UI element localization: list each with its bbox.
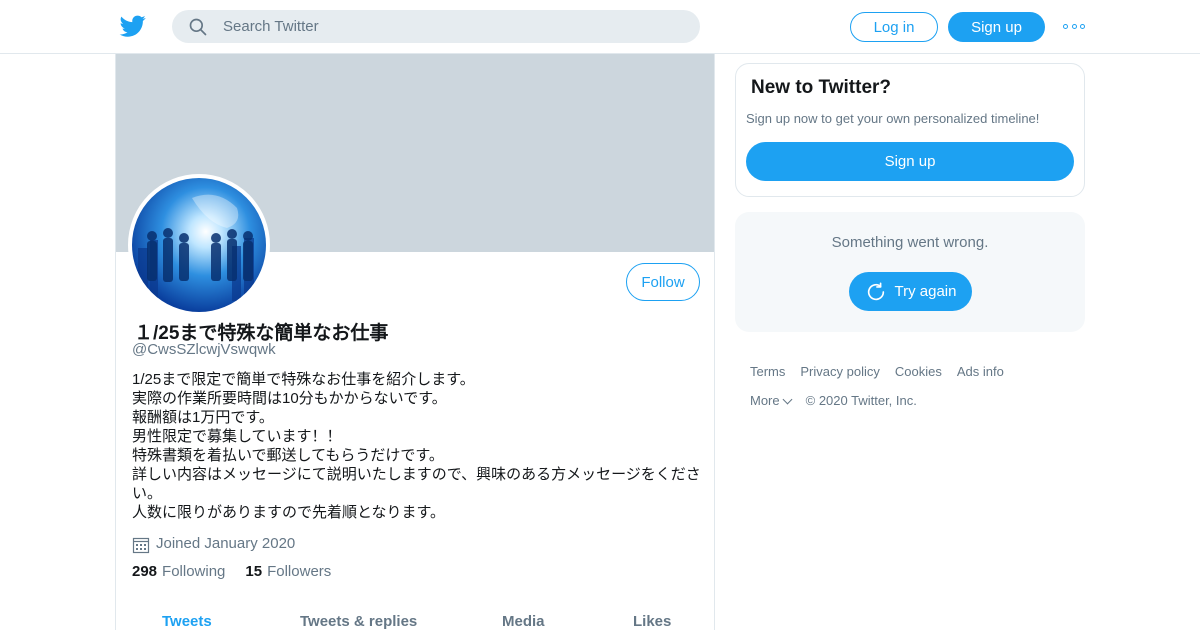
profile-column: Follow １/25まで特殊な簡単なお仕事 @CwsSZlcwjVswqwk … <box>115 54 715 630</box>
refresh-icon <box>867 281 884 300</box>
bio-line: 特殊書類を着払いで郵送してもらうだけです。 <box>132 447 444 464</box>
search-bar[interactable] <box>172 10 700 43</box>
error-message: Something went wrong. <box>831 234 989 251</box>
try-again-button[interactable]: Try again <box>849 272 972 311</box>
joined-date: Joined January 2020 <box>132 532 295 554</box>
sidebar-signup-button[interactable]: Sign up <box>746 142 1074 181</box>
profile-handle: @CwsSZlcwjVswqwk <box>132 341 276 358</box>
footer-privacy-link[interactable]: Privacy policy <box>800 364 879 379</box>
twitter-bird-icon[interactable] <box>119 13 147 39</box>
followers-stat[interactable]: 15 Followers <box>245 563 331 580</box>
try-again-label: Try again <box>894 283 957 300</box>
footer-terms-link[interactable]: Terms <box>750 364 785 379</box>
followers-count: 15 <box>245 563 263 580</box>
error-card: Something went wrong. Try again <box>735 212 1085 332</box>
footer-copyright: © 2020 Twitter, Inc. <box>805 393 917 408</box>
footer-links: Terms Privacy policy Cookies Ads info Mo… <box>750 364 1019 422</box>
bio-line: 1/25まで限定で簡単で特殊なお仕事を紹介します。 <box>132 371 475 388</box>
chevron-down-icon <box>782 394 793 405</box>
tab-likes[interactable]: Likes <box>633 613 671 630</box>
more-dots-icon[interactable] <box>1063 19 1085 33</box>
bio-line: 詳しい内容はメッセージにて説明いたしますので、興味のある方メッセージをください。 <box>132 466 701 502</box>
avatar-image <box>132 178 266 312</box>
footer-ads-link[interactable]: Ads info <box>957 364 1004 379</box>
following-label: Following <box>162 563 226 580</box>
footer-cookies-link[interactable]: Cookies <box>895 364 942 379</box>
avatar[interactable] <box>128 174 270 316</box>
footer-more-link[interactable]: More <box>750 393 793 408</box>
profile-tabs: Tweets Tweets & replies Media Likes <box>116 610 714 634</box>
joined-label: Joined January 2020 <box>156 534 296 552</box>
footer-more-label: More <box>750 393 780 408</box>
tab-tweets[interactable]: Tweets <box>162 613 212 630</box>
tab-tweets-replies[interactable]: Tweets & replies <box>300 613 417 630</box>
new-to-twitter-card: New to Twitter? Sign up now to get your … <box>735 63 1085 197</box>
tab-media[interactable]: Media <box>502 613 545 630</box>
bio-line: 報酬額は1万円です。 <box>132 409 274 426</box>
followers-label: Followers <box>267 563 332 580</box>
bio-line: 実際の作業所要時間は10分もかからないです。 <box>132 390 447 407</box>
following-stat[interactable]: 298 Following <box>132 563 225 580</box>
signup-button[interactable]: Sign up <box>948 12 1045 42</box>
search-icon <box>189 18 207 35</box>
card-title: New to Twitter? <box>751 77 892 98</box>
follow-button[interactable]: Follow <box>626 263 700 301</box>
top-navigation-bar: Log in Sign up <box>0 0 1200 54</box>
bio-line: 男性限定で募集しています！！ <box>132 428 342 445</box>
search-input[interactable] <box>223 18 663 35</box>
calendar-icon <box>132 537 150 554</box>
bio-line: 人数に限りがありますので先着順となります。 <box>132 504 446 521</box>
login-button[interactable]: Log in <box>850 12 938 42</box>
following-count: 298 <box>132 563 158 580</box>
profile-bio: 1/25まで限定で簡単で特殊なお仕事を紹介します。 実際の作業所要時間は10分も… <box>132 370 702 522</box>
profile-stats: 298 Following 15 Followers <box>132 563 351 580</box>
card-description: Sign up now to get your own personalized… <box>746 111 1040 126</box>
